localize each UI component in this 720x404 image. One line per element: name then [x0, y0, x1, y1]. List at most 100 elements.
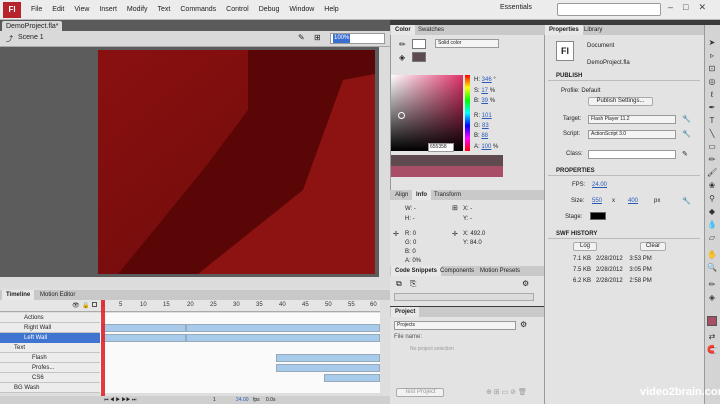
target-select[interactable]: Flash Player 11.2	[588, 115, 676, 124]
zoom-field[interactable]: 100%	[330, 33, 385, 44]
frame-span[interactable]	[324, 374, 380, 382]
eraser-tool-icon[interactable]: ▱	[707, 233, 717, 243]
maximize-button[interactable]: □	[683, 2, 688, 13]
menu-file[interactable]: File	[26, 6, 47, 13]
menu-text[interactable]: Text	[153, 6, 176, 13]
tab-color[interactable]: Color	[391, 25, 415, 35]
fill-color-icon[interactable]: ◈	[399, 53, 405, 62]
frame-span[interactable]	[276, 364, 380, 372]
hand-tool-icon[interactable]: ✋	[707, 250, 717, 260]
pencil-icon[interactable]: ✎	[682, 150, 688, 158]
copy-icon[interactable]: ⎘	[410, 279, 416, 289]
fill-color-tool-icon[interactable]: ◈	[707, 293, 717, 303]
workspace-switcher[interactable]: Essentials	[500, 4, 532, 11]
menu-insert[interactable]: Insert	[94, 6, 122, 13]
log-button[interactable]: Log	[573, 242, 597, 251]
wrench-icon[interactable]: 🔧	[682, 197, 691, 205]
layer-frames[interactable]	[100, 313, 380, 323]
project-action-icons[interactable]: ⊕ ⊞ ▭ ⊘ 🗑	[486, 388, 527, 396]
hex-input[interactable]: 655358	[428, 143, 454, 152]
scene-label[interactable]: Scene 1	[18, 34, 44, 41]
bone-tool-icon[interactable]: ⚲	[707, 194, 717, 204]
frame-span[interactable]	[186, 324, 380, 332]
fill-swatch[interactable]	[412, 52, 426, 62]
layer-row[interactable]: Right Wall	[0, 323, 380, 333]
snippets-scrollbar[interactable]	[394, 293, 534, 301]
stage-vertical-scrollbar[interactable]	[379, 47, 390, 287]
swf-history-section-header[interactable]: SWF HISTORY	[548, 230, 700, 239]
frame-span[interactable]	[186, 334, 380, 342]
layer-row[interactable]: Actions	[0, 313, 380, 323]
properties-section-header[interactable]: PROPERTIES	[548, 167, 700, 176]
clear-button[interactable]: Clear	[640, 242, 666, 251]
frame-span[interactable]	[102, 324, 186, 332]
wrench-icon[interactable]: 🔧	[682, 130, 691, 138]
layer-row[interactable]: Profes...	[0, 363, 380, 373]
stage-horizontal-scrollbar[interactable]	[0, 277, 379, 287]
layer-frames[interactable]	[100, 333, 380, 343]
stroke-swatch[interactable]	[412, 39, 426, 49]
deco-tool-icon[interactable]: ❀	[707, 181, 717, 191]
menu-help[interactable]: Help	[319, 6, 343, 13]
layer-name[interactable]: Left Wall	[0, 333, 100, 343]
tab-motion-editor[interactable]: Motion Editor	[36, 290, 79, 300]
3d-rotation-tool-icon[interactable]: ◎	[707, 77, 717, 87]
layer-row[interactable]: CS6	[0, 373, 380, 383]
stroke-color-tool-icon[interactable]: ✏	[707, 280, 717, 290]
tab-project[interactable]: Project	[391, 307, 420, 317]
eye-icon[interactable]: 👁	[72, 302, 80, 309]
layer-frames[interactable]	[100, 353, 380, 363]
layer-frames[interactable]	[100, 373, 380, 383]
publish-section-header[interactable]: PUBLISH	[548, 72, 700, 81]
layer-row[interactable]: Flash	[0, 353, 380, 363]
menu-window[interactable]: Window	[284, 6, 319, 13]
color-picker-cursor[interactable]	[398, 112, 405, 119]
snippet-icon[interactable]: ⧉	[396, 279, 402, 289]
menu-debug[interactable]: Debug	[254, 6, 285, 13]
stage-color-swatch[interactable]	[590, 212, 606, 220]
publish-settings-button[interactable]: Publish Settings...	[588, 97, 653, 106]
color-type-select[interactable]: Solid color	[435, 39, 499, 48]
stroke-color-icon[interactable]: ✏	[399, 40, 406, 49]
stage-height[interactable]: 400	[628, 198, 638, 204]
paint-bucket-tool-icon[interactable]: ◆	[707, 207, 717, 217]
color-field[interactable]	[391, 75, 463, 151]
zoom-tool-icon[interactable]: 🔍	[707, 263, 717, 273]
snap-icon[interactable]: 🧲	[707, 345, 717, 355]
script-select[interactable]: ActionScript 3.0	[588, 130, 676, 139]
gear-icon[interactable]: ⚙	[520, 320, 527, 329]
fill-color-chip[interactable]	[707, 316, 717, 326]
layer-frames[interactable]	[100, 343, 380, 353]
projects-select[interactable]: Projects	[394, 321, 516, 330]
stage-width[interactable]: 550	[592, 198, 602, 204]
frame-ruler[interactable]: 1 5 10 15 20 25 30 35 40 45 50 55 60	[100, 300, 380, 312]
layer-row-selected[interactable]: Left Wall	[0, 333, 380, 343]
class-input[interactable]	[588, 150, 676, 159]
layer-frames[interactable]	[100, 363, 380, 373]
text-tool-icon[interactable]: T	[707, 116, 717, 126]
tab-library[interactable]: Library	[580, 25, 606, 35]
layer-name[interactable]: Text	[0, 343, 100, 353]
free-transform-tool-icon[interactable]: ⊡	[707, 64, 717, 74]
tab-info[interactable]: Info	[412, 190, 431, 200]
swap-colors-icon[interactable]: ⇄	[707, 332, 717, 342]
edit-scene-icon[interactable]: ⊞	[314, 33, 321, 42]
selection-tool-icon[interactable]: ➤	[707, 38, 717, 48]
layer-name[interactable]: BG Wash	[0, 383, 100, 393]
layer-frames[interactable]	[100, 323, 380, 333]
brush-tool-icon[interactable]: 🖌	[707, 168, 717, 178]
eyedropper-tool-icon[interactable]: 💧	[707, 220, 717, 230]
frame-span[interactable]	[276, 354, 380, 362]
layer-name[interactable]: Profes...	[0, 363, 100, 373]
menu-modify[interactable]: Modify	[122, 6, 153, 13]
layer-folder-row[interactable]: Text	[0, 343, 380, 353]
layer-name[interactable]: CS6	[0, 373, 100, 383]
tab-motion-presets[interactable]: Motion Presets	[476, 266, 524, 276]
outline-icon[interactable]	[92, 302, 97, 307]
layer-name[interactable]: Flash	[0, 353, 100, 363]
layer-frames[interactable]	[100, 383, 380, 393]
gear-icon[interactable]: ⚙	[522, 279, 529, 288]
edit-symbol-icon[interactable]: ✎	[298, 33, 305, 42]
layer-name[interactable]: Actions	[0, 313, 100, 323]
stage[interactable]	[98, 50, 375, 274]
